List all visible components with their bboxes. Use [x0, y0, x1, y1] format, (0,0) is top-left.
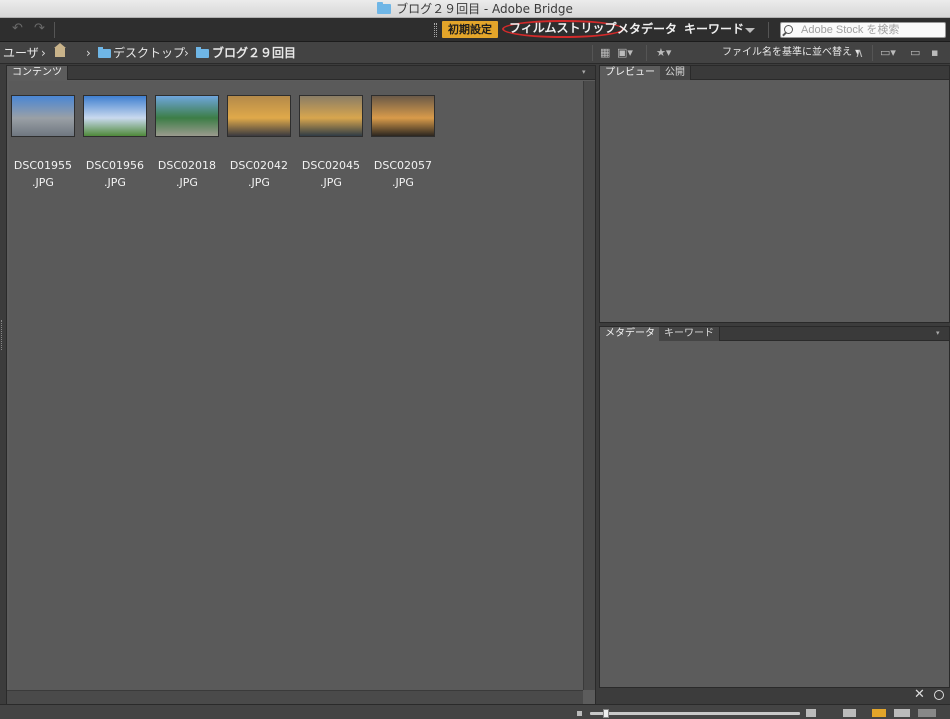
- slider-handle[interactable]: [603, 709, 609, 718]
- preview-panel-tabs: プレビュー 公開: [600, 66, 949, 80]
- sort-dropdown[interactable]: ファイル名を基準に並べ替え ▾: [722, 45, 860, 61]
- delete-icon[interactable]: ▪: [931, 46, 938, 60]
- sort-label: ファイル名を基準に並べ替え: [722, 47, 852, 58]
- filename-base: DSC02045: [301, 159, 361, 172]
- thumbnail-view-icon[interactable]: [872, 709, 886, 717]
- workspace-essentials-button[interactable]: 初期設定: [442, 21, 498, 38]
- thumbnail-filename: DSC02057 .JPG: [365, 157, 441, 191]
- thumbnail-filename: DSC02042 .JPG: [221, 157, 297, 191]
- close-icon[interactable]: ✕: [914, 688, 925, 702]
- stock-search-input[interactable]: [780, 22, 946, 38]
- pathbar-divider: [872, 45, 873, 61]
- vertical-scrollbar[interactable]: [583, 81, 595, 690]
- circle-icon[interactable]: [934, 690, 944, 700]
- folder-icon: [98, 47, 111, 58]
- workspace-keywords-button[interactable]: キーワード: [684, 21, 744, 38]
- tab-publish[interactable]: 公開: [660, 66, 691, 80]
- home-icon[interactable]: [54, 43, 66, 57]
- thumbnail-size-slider[interactable]: [590, 712, 800, 715]
- filename-base: DSC02057: [373, 159, 433, 172]
- open-recent-folder-icon[interactable]: ▭▾: [880, 46, 896, 60]
- grid-view-icon[interactable]: ▦: [600, 46, 610, 60]
- toolbar-divider: [768, 22, 769, 38]
- lock-grid-icon[interactable]: [843, 709, 856, 717]
- path-bar: ユーザ › › デスクトップ › ブログ２９回目 ▦ ▣▾ ★▾ ファイル名を基…: [0, 42, 950, 64]
- thumbnail-image[interactable]: [83, 95, 147, 137]
- workspace-dropdown-icon[interactable]: [745, 28, 755, 33]
- horizontal-scrollbar[interactable]: [7, 690, 583, 704]
- thumbnail-filename: DSC01956 .JPG: [77, 157, 153, 191]
- breadcrumb-desktop[interactable]: デスクトップ: [113, 45, 185, 61]
- chevron-right-icon: ›: [86, 46, 91, 60]
- list-view-icon[interactable]: [918, 709, 936, 717]
- filename-extension: .JPG: [176, 176, 198, 189]
- filename-base: DSC02018: [157, 159, 217, 172]
- folder-icon: [377, 2, 392, 14]
- thumbnail-item[interactable]: DSC01956 .JPG: [83, 95, 149, 189]
- filename-base: DSC01955: [13, 159, 73, 172]
- filename-extension: .JPG: [104, 176, 126, 189]
- filename-base: DSC01956: [85, 159, 145, 172]
- undo-icon[interactable]: ↶: [12, 22, 26, 36]
- new-folder-icon[interactable]: ▭: [910, 46, 920, 60]
- workspace-filmstrip-button[interactable]: フィルムストリップ: [502, 20, 624, 38]
- thumbnail-filename: DSC01955 .JPG: [5, 157, 81, 191]
- tab-preview[interactable]: プレビュー: [600, 66, 661, 80]
- redo-icon[interactable]: ↷: [34, 22, 48, 36]
- breadcrumb-users[interactable]: ユーザ: [3, 45, 39, 61]
- content-panel: コンテンツ ▾ DSC01955 .JPG DSC01956 .JPG DSC02018…: [6, 65, 596, 705]
- sort-ascending-icon[interactable]: ∧: [855, 46, 864, 60]
- breadcrumb-current-folder[interactable]: ブログ２９回目: [212, 45, 296, 61]
- toolbar: ↶ ↷ 初期設定 フィルムストリップ メタデータ キーワード: [0, 18, 950, 42]
- filename-extension: .JPG: [248, 176, 270, 189]
- thumbnail-item[interactable]: DSC01955 .JPG: [11, 95, 77, 189]
- chevron-right-icon: ›: [41, 46, 46, 60]
- filename-extension: .JPG: [32, 176, 54, 189]
- content-panel-tabs: コンテンツ ▾: [7, 66, 595, 80]
- details-view-icon[interactable]: [894, 709, 910, 717]
- folder-icon: [196, 47, 209, 58]
- thumbnail-item[interactable]: DSC02018 .JPG: [155, 95, 221, 189]
- workspace-metadata-button[interactable]: メタデータ: [617, 21, 677, 38]
- filename-extension: .JPG: [320, 176, 342, 189]
- panel-menu-icon[interactable]: ▾: [582, 69, 590, 76]
- window-title-bar: ブログ２９回目 - Adobe Bridge: [0, 0, 950, 18]
- search-icon: [784, 25, 793, 34]
- tab-metadata[interactable]: メタデータ: [600, 327, 661, 341]
- pathbar-divider: [592, 45, 593, 61]
- thumbnail-grid: DSC01955 .JPG DSC01956 .JPG DSC02018 .JPG DSC0…: [9, 81, 583, 690]
- metadata-panel: メタデータ キーワード ▾: [599, 326, 950, 688]
- status-bar: [0, 704, 950, 719]
- thumbnail-image[interactable]: [371, 95, 435, 137]
- thumbnail-quality-icon[interactable]: ▣▾: [617, 46, 633, 60]
- pathbar-divider: [646, 45, 647, 61]
- tab-keywords[interactable]: キーワード: [659, 327, 720, 341]
- star-filter-icon[interactable]: ★▾: [656, 46, 671, 60]
- preview-panel: プレビュー 公開: [599, 65, 950, 323]
- workspace-grip-icon[interactable]: [434, 23, 437, 37]
- thumbnail-image[interactable]: [227, 95, 291, 137]
- thumbnail-item[interactable]: DSC02042 .JPG: [227, 95, 293, 189]
- thumbnail-filename: DSC02045 .JPG: [293, 157, 369, 191]
- thumbnail-filename: DSC02018 .JPG: [149, 157, 225, 191]
- metadata-panel-tabs: メタデータ キーワード ▾: [600, 327, 949, 341]
- toolbar-divider: [54, 22, 55, 38]
- window-title: ブログ２９回目 - Adobe Bridge: [396, 2, 573, 16]
- thumbnail-image[interactable]: [299, 95, 363, 137]
- large-thumbnail-icon[interactable]: [806, 709, 816, 717]
- small-thumbnail-icon[interactable]: [577, 711, 582, 716]
- thumbnail-item[interactable]: DSC02057 .JPG: [371, 95, 437, 189]
- thumbnail-image[interactable]: [155, 95, 219, 137]
- filename-base: DSC02042: [229, 159, 289, 172]
- tab-content[interactable]: コンテンツ: [7, 66, 68, 80]
- panel-menu-icon[interactable]: ▾: [936, 330, 944, 337]
- chevron-right-icon: ›: [184, 46, 189, 60]
- thumbnail-image[interactable]: [11, 95, 75, 137]
- filename-extension: .JPG: [392, 176, 414, 189]
- thumbnail-item[interactable]: DSC02045 .JPG: [299, 95, 365, 189]
